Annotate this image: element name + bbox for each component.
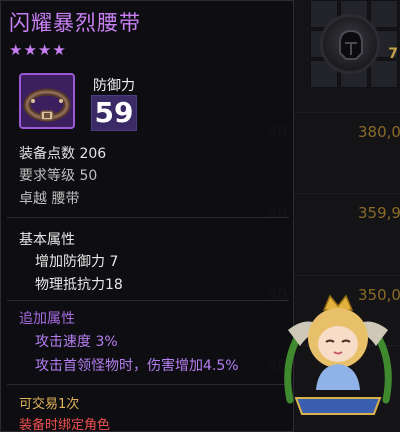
extra-attribute: 攻击首领怪物时，伤害增加4.5%: [35, 358, 239, 374]
extra-attribute: 攻击速度 3%: [35, 334, 118, 350]
item-tooltip: 闪耀暴烈腰带 ★★★★ 防御力 59 装备点数 206 要求等级 50 卓越 腰…: [0, 0, 294, 432]
base-attributes-title: 基本属性: [19, 232, 75, 248]
count-badge: 7: [388, 46, 398, 62]
trade-limit: 可交易1次: [19, 397, 80, 412]
item-name: 闪耀暴烈腰带: [9, 11, 141, 35]
belt-icon: [19, 73, 75, 129]
row-price: 359,9: [358, 204, 400, 222]
row-price: 380,0: [358, 123, 400, 141]
required-level: 要求等级 50: [19, 168, 98, 184]
extra-attributes-title: 追加属性: [19, 311, 75, 327]
bind-note: 装备时绑定角色: [19, 418, 111, 432]
mascot-emblem: [278, 290, 398, 430]
star-rating: ★★★★: [9, 41, 67, 59]
grade-type: 卓越 腰带: [19, 191, 80, 207]
helmet-icon[interactable]: [320, 14, 380, 74]
defense-value: 59: [91, 95, 137, 131]
base-attribute: 物理抵抗力18: [35, 277, 123, 293]
base-attribute: 增加防御力 7: [35, 254, 119, 270]
equip-points: 装备点数 206: [19, 146, 107, 162]
defense-label: 防御力: [93, 78, 135, 94]
divider: [7, 217, 289, 218]
divider: [7, 300, 289, 301]
divider: [7, 384, 289, 385]
